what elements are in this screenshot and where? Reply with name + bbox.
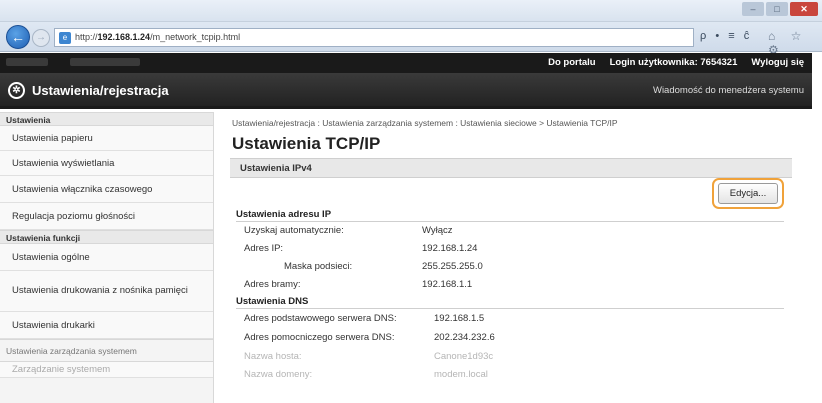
- settings-registration-icon: ✲: [8, 82, 25, 99]
- blurred-logo: [6, 58, 48, 66]
- ip-auto-label: Uzyskaj automatycznie:: [244, 225, 344, 236]
- url-input[interactable]: e http://192.168.1.24/m_network_tcpip.ht…: [54, 28, 694, 47]
- hostname-value: Canone1d93c: [434, 351, 494, 362]
- primary-dns-label: Adres podstawowego serwera DNS:: [244, 313, 397, 324]
- secondary-dns-label: Adres pomocniczego serwera DNS:: [244, 332, 395, 343]
- browser-address-bar: ← → e http://192.168.1.24/m_network_tcpi…: [0, 22, 822, 57]
- close-window-button[interactable]: ✕: [790, 2, 818, 16]
- app-title: Ustawienia/rejestracja: [32, 83, 169, 98]
- top-nav-bar: Do portalu Login użytkownika: 7654321 Wy…: [0, 53, 812, 73]
- domain-name-label: Nazwa domeny:: [244, 369, 313, 380]
- primary-dns-value: 192.168.1.5: [434, 313, 485, 324]
- ip-address-label: Adres IP:: [244, 243, 284, 254]
- app-header: ✲ Ustawienia/rejestracja Wiadomość do me…: [0, 73, 812, 109]
- logout-link[interactable]: Wyloguj się: [751, 57, 804, 68]
- edit-button[interactable]: Edycja...: [718, 183, 778, 204]
- page-favicon-icon: e: [59, 32, 71, 44]
- ipv4-section-title: Ustawienia IPv4: [240, 163, 312, 174]
- user-id: 7654321: [700, 57, 738, 68]
- subnet-mask-label: Maska podsieci:: [284, 261, 353, 272]
- url-prefix: http://: [75, 32, 98, 42]
- sidebar-item-memory-media-print[interactable]: Ustawienia drukowania z nośnika pamięci: [0, 271, 213, 312]
- sidebar-item-general-settings[interactable]: Ustawienia ogólne: [0, 244, 213, 271]
- maximize-button[interactable]: □: [766, 2, 788, 16]
- search-refresh-controls[interactable]: ρ • ≡ ĉ: [700, 30, 752, 42]
- portal-link[interactable]: Do portalu: [548, 57, 596, 68]
- back-arrow-icon[interactable]: ←: [6, 25, 30, 49]
- sidebar-item-volume-settings[interactable]: Regulacja poziomu głośności: [0, 203, 213, 230]
- sidebar-section-system-management[interactable]: Ustawienia zarządzania systemem: [0, 339, 213, 362]
- sidebar-item-system-management[interactable]: Zarządzanie systemem: [0, 362, 213, 378]
- url-host: 192.168.1.24: [97, 32, 151, 42]
- sidebar-item-timer-settings[interactable]: Ustawienia włącznika czasowego: [0, 176, 213, 203]
- dns-settings-divider: [236, 308, 784, 309]
- login-user-text: Login użytkownika: 7654321: [610, 57, 738, 68]
- domain-name-value: modem.local: [434, 369, 488, 380]
- sidebar-section-settings: Ustawienia: [0, 112, 213, 126]
- forward-arrow-icon[interactable]: →: [32, 29, 50, 47]
- secondary-dns-value: 202.234.232.6: [434, 332, 495, 343]
- ip-auto-value: Wyłącz: [422, 225, 453, 236]
- sidebar-item-display-settings[interactable]: Ustawienia wyświetlania: [0, 151, 213, 176]
- blurred-device-name: [70, 58, 140, 66]
- admin-message-link[interactable]: Wiadomość do menedżera systemu: [653, 85, 804, 96]
- window-controls: – □ ✕: [742, 2, 818, 16]
- sidebar: Ustawienia Ustawienia papieru Ustawienia…: [0, 112, 214, 403]
- browser-titlebar: – □ ✕: [0, 0, 822, 22]
- url-path: /m_network_tcpip.html: [150, 32, 241, 42]
- ip-settings-divider: [236, 221, 784, 222]
- gateway-label: Adres bramy:: [244, 279, 301, 290]
- hostname-label: Nazwa hosta:: [244, 351, 302, 362]
- top-nav-links: Do portalu Login użytkownika: 7654321 Wy…: [548, 57, 804, 68]
- minimize-button[interactable]: –: [742, 2, 764, 16]
- gateway-value: 192.168.1.1: [422, 279, 473, 290]
- ip-address-value: 192.168.1.24: [422, 243, 478, 254]
- page-title: Ustawienia TCP/IP: [232, 134, 381, 153]
- main-content: Ustawienia/rejestracja : Ustawienia zarz…: [230, 112, 800, 403]
- dns-settings-heading: Ustawienia DNS: [236, 296, 309, 307]
- sidebar-item-paper-settings[interactable]: Ustawienia papieru: [0, 126, 213, 151]
- ipv4-section-header: Ustawienia IPv4: [230, 158, 792, 178]
- breadcrumb[interactable]: Ustawienia/rejestracja : Ustawienia zarz…: [232, 118, 618, 128]
- login-label: Login użytkownika:: [609, 57, 698, 68]
- url-text: http://192.168.1.24/m_network_tcpip.html: [75, 32, 240, 42]
- ip-settings-heading: Ustawienia adresu IP: [236, 209, 332, 220]
- sidebar-section-functions: Ustawienia funkcji: [0, 230, 213, 244]
- sidebar-item-printer-settings[interactable]: Ustawienia drukarki: [0, 312, 213, 339]
- subnet-mask-value: 255.255.255.0: [422, 261, 483, 272]
